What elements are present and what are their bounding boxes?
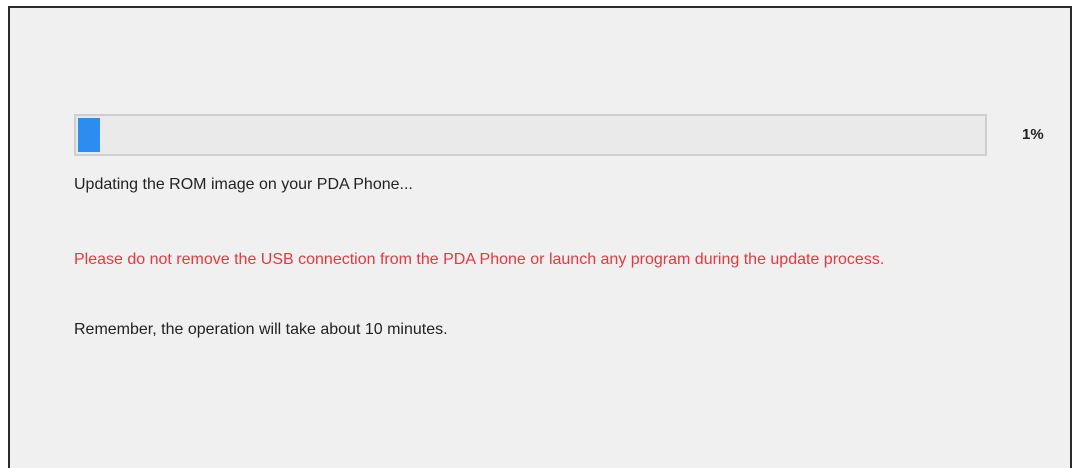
reminder-message: Remember, the operation will take about … (74, 321, 448, 338)
status-message: Updating the ROM image on your PDA Phone… (74, 176, 413, 193)
warning-message: Please do not remove the USB connection … (74, 251, 885, 268)
progress-bar (74, 114, 987, 156)
progress-percent-label: 1% (1022, 126, 1044, 143)
update-dialog-panel: 1% Updating the ROM image on your PDA Ph… (8, 6, 1072, 468)
progress-bar-fill (78, 118, 100, 152)
